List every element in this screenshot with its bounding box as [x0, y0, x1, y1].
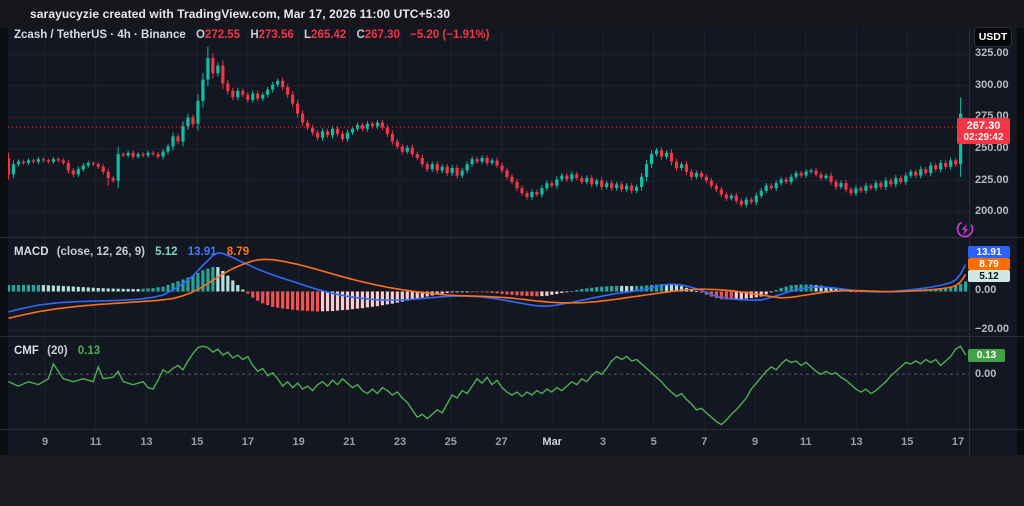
change-value: −5.20 (−1.91%) — [410, 29, 490, 41]
time-axis-label[interactable]: 3 — [583, 436, 623, 448]
time-axis-label[interactable]: 7 — [684, 436, 724, 448]
time-axis-label[interactable]: 11 — [786, 436, 826, 448]
grid-lines — [8, 28, 969, 429]
high-value: 273.56 — [258, 29, 294, 41]
macd-params: (close, 12, 26, 9) — [56, 246, 145, 258]
separator-dot: · — [133, 29, 138, 41]
time-axis-label[interactable]: 11 — [76, 436, 116, 448]
symbol-interval: 4h — [117, 29, 131, 41]
high-key: H — [250, 29, 259, 41]
last-price-label: 267.30 02:29:42 — [957, 118, 1010, 144]
time-axis-label[interactable]: 17 — [938, 436, 978, 448]
candlestick-series[interactable] — [7, 46, 968, 208]
currency-toggle-badge[interactable]: USDT — [974, 27, 1012, 47]
macd-line-value: 13.91 — [187, 246, 217, 258]
cmf-legend: CMF (20) 0.13 — [14, 345, 100, 357]
cmf-pane[interactable] — [8, 345, 967, 426]
cmf-axis-zero[interactable]: 0.00 — [975, 368, 996, 380]
time-axis-label[interactable]: 17 — [228, 436, 268, 448]
symbol-title: Zcash / TetherUS — [14, 29, 108, 41]
price-axis-label[interactable]: 200.00 — [975, 205, 1009, 217]
cmf-badge: 0.13 — [968, 349, 1005, 362]
price-axis-label[interactable]: 300.00 — [975, 79, 1009, 91]
macd-title: MACD — [14, 246, 49, 258]
logo-bar: TradingView — [0, 455, 1024, 506]
low-key: L — [304, 29, 312, 41]
macd-pane[interactable] — [7, 251, 968, 320]
macd-signal-badge: 8.79 — [968, 258, 1010, 270]
macd-legend: MACD (close, 12, 26, 9) 5.12 13.91 8.79 — [14, 246, 249, 258]
time-axis-label[interactable]: Mar — [532, 436, 572, 448]
open-value: 272.55 — [204, 29, 241, 41]
time-axis-label[interactable]: 27 — [481, 436, 521, 448]
time-axis-label[interactable]: 23 — [380, 436, 420, 448]
bar-countdown: 02:29:42 — [963, 131, 1004, 143]
time-axis-label[interactable]: 13 — [837, 436, 877, 448]
symbol-exchange: Binance — [141, 29, 186, 41]
time-axis-label[interactable]: 15 — [177, 436, 217, 448]
time-axis-label[interactable]: 9 — [25, 436, 65, 448]
time-axis-label[interactable]: 9 — [735, 436, 775, 448]
time-axis-label[interactable]: 5 — [634, 436, 674, 448]
macd-line — [8, 251, 967, 313]
close-key: C — [356, 29, 365, 41]
macd-axis-low[interactable]: −20.00 — [975, 323, 1009, 335]
macd-hist-value: 5.12 — [155, 246, 178, 258]
low-value: 265.42 — [311, 29, 347, 41]
time-axis-label[interactable]: 13 — [126, 436, 166, 448]
cmf-value: 0.13 — [77, 345, 101, 357]
tradingview-snapshot: sarayucyzie created with TradingView.com… — [0, 0, 1024, 506]
macd-axis-zero[interactable]: 0.00 — [975, 284, 996, 296]
pane-separators — [0, 28, 1024, 455]
close-value: 267.30 — [364, 29, 400, 41]
symbol-legend: Zcash / TetherUS · 4h · Binance O272.55 … — [14, 29, 489, 41]
time-axis-label[interactable]: 19 — [279, 436, 319, 448]
cmf-title: CMF — [14, 345, 39, 357]
last-price-value: 267.30 — [966, 119, 1001, 132]
price-axis-label[interactable]: 325.00 — [975, 47, 1009, 59]
macd-line-badge: 13.91 — [968, 246, 1010, 258]
macd-signal-value: 8.79 — [226, 246, 250, 258]
cmf-line — [8, 345, 967, 426]
macd-hist-badge: 5.12 — [968, 270, 1010, 282]
cmf-params: (20) — [47, 345, 68, 357]
separator-dot: · — [110, 29, 115, 41]
open-key: O — [195, 29, 205, 41]
time-axis-label[interactable]: 25 — [431, 436, 471, 448]
time-axis-label[interactable]: 15 — [887, 436, 927, 448]
price-axis-label[interactable]: 225.00 — [975, 174, 1009, 186]
time-axis-label[interactable]: 21 — [329, 436, 369, 448]
